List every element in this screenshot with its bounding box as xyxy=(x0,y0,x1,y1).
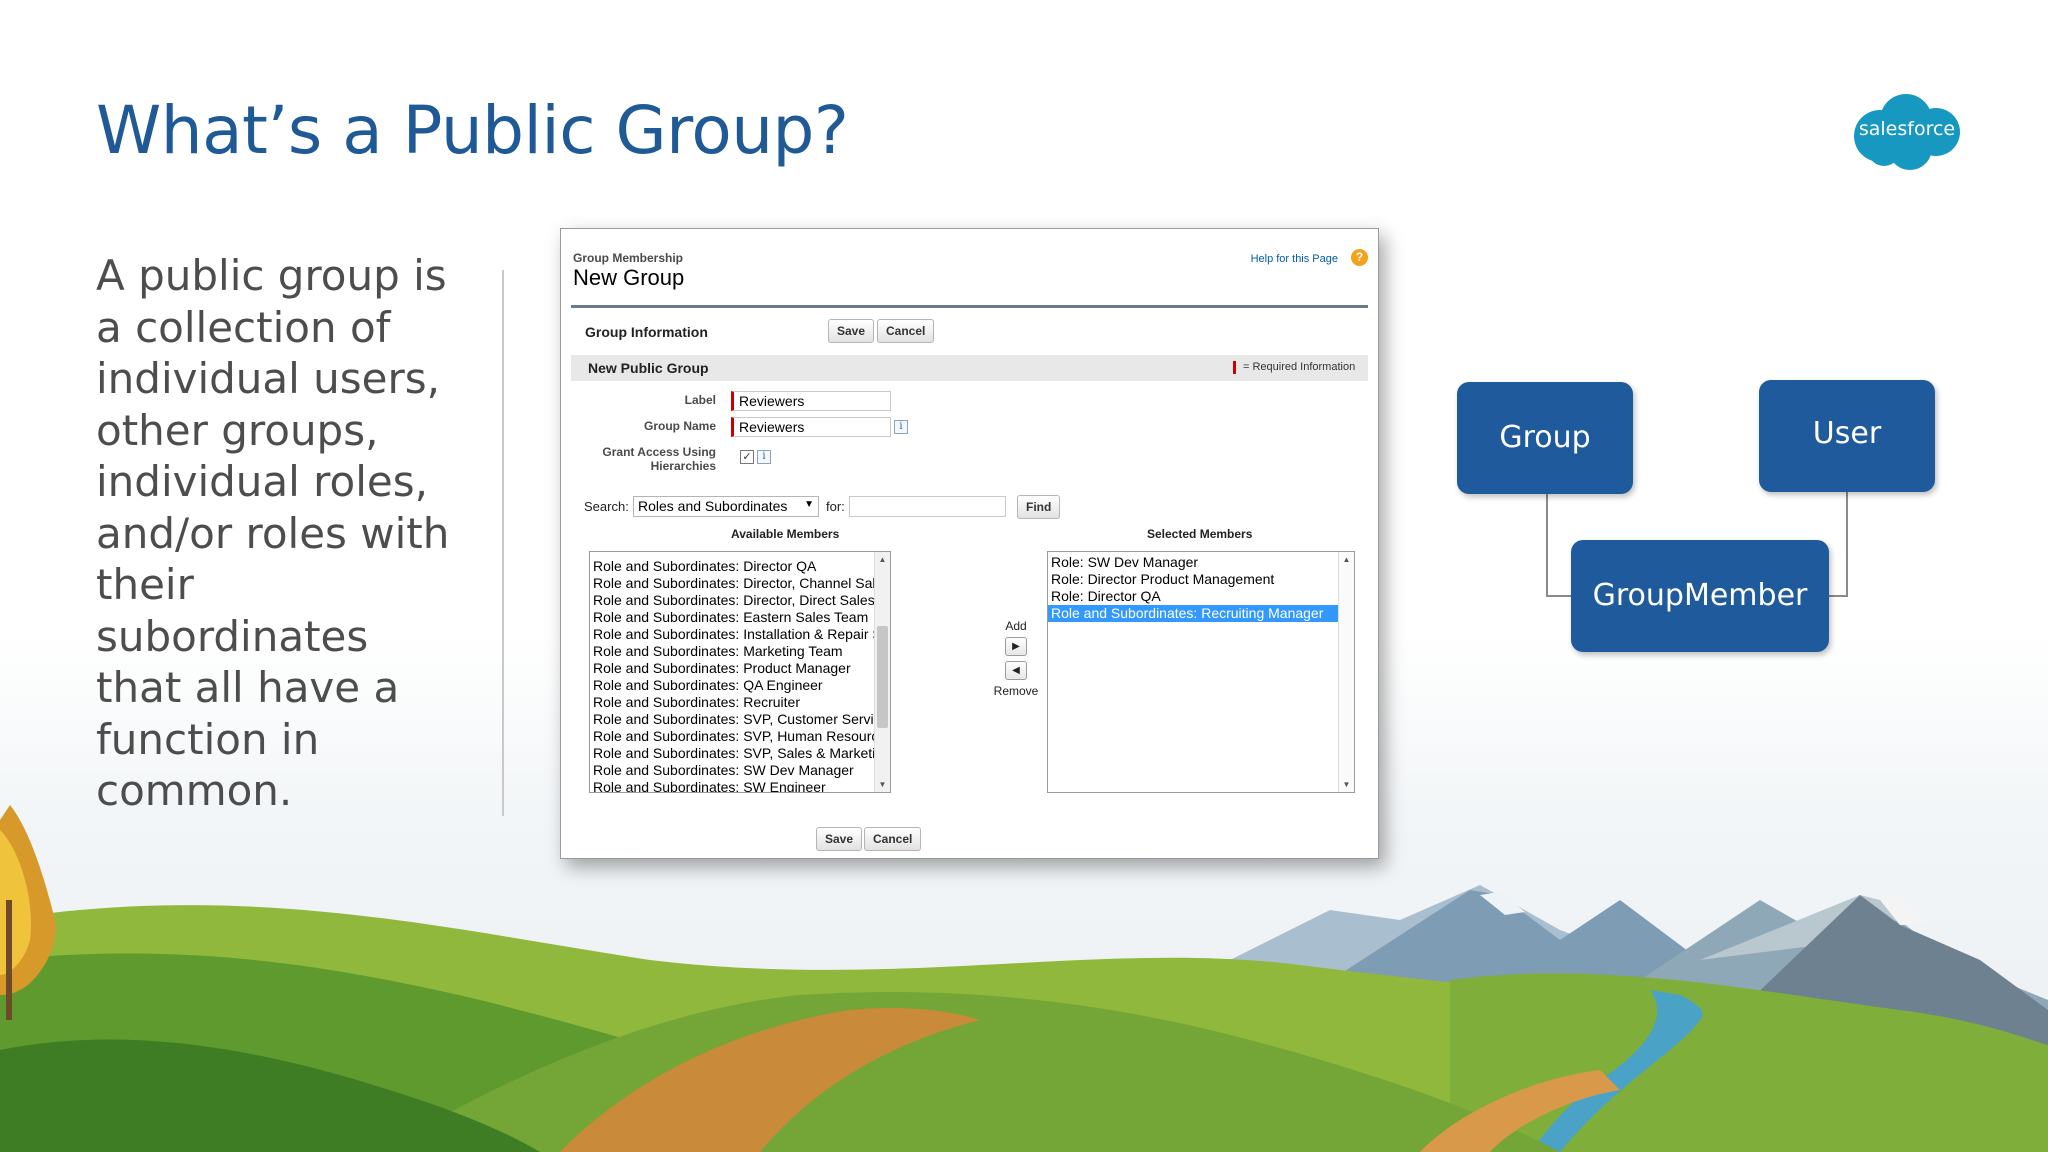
select-value: Roles and Subordinates xyxy=(638,498,788,514)
list-item[interactable]: Role and Subordinates: SVP, Sales & Mark… xyxy=(590,745,890,762)
new-public-group-section: New Public Group = Required Information xyxy=(571,355,1368,381)
list-item[interactable]: Role and Subordinates: SVP, Human Resour… xyxy=(590,728,890,745)
logo-text: salesforce xyxy=(1858,118,1956,140)
selected-members-header: Selected Members xyxy=(1147,527,1253,541)
list-item[interactable]: Role and Subordinates: Director QA xyxy=(590,558,890,575)
list-item[interactable]: Role and Subordinates: SW Engineer xyxy=(590,779,890,792)
find-button[interactable]: Find xyxy=(1017,495,1061,519)
selected-members-list[interactable]: Role: SW Dev Manager Role: Director Produ… xyxy=(1047,551,1355,793)
available-members-list[interactable]: Role and Subordinates: Director QA Role a… xyxy=(589,551,891,793)
list-item[interactable]: Role and Subordinates: Installation & Re… xyxy=(590,626,890,643)
group-name-input[interactable]: Reviewers xyxy=(731,417,891,437)
info-icon[interactable]: i xyxy=(894,420,908,434)
question-icon[interactable]: ? xyxy=(1351,249,1368,266)
remove-label: Remove xyxy=(993,684,1039,698)
scroll-up-icon[interactable]: ▲ xyxy=(875,552,890,567)
required-info-text: = Required Information xyxy=(1243,361,1356,373)
cancel-button-bottom[interactable]: Cancel xyxy=(864,827,922,851)
list-item[interactable]: Role and Subordinates: Recruiting Manage… xyxy=(1048,605,1354,622)
list-item[interactable]: Role and Subordinates: Eastern Sales Tea… xyxy=(590,609,890,626)
label-input[interactable]: Reviewers xyxy=(731,391,891,411)
list-item[interactable]: Role and Subordinates: Director, Channel… xyxy=(590,575,890,592)
save-button-bottom[interactable]: Save xyxy=(816,827,863,851)
list-item[interactable]: Role and Subordinates: SVP, Customer Ser… xyxy=(590,711,890,728)
scroll-down-icon[interactable]: ▼ xyxy=(1339,777,1354,792)
list-item[interactable]: Role and Subordinates: Recruiter xyxy=(590,694,890,711)
page-heading: New Group xyxy=(573,265,685,290)
list-item[interactable]: Role and Subordinates: Product Manager xyxy=(590,660,890,677)
member-type-select[interactable]: Roles and Subordinates ▼ xyxy=(633,496,819,517)
list-item[interactable]: Role and Subordinates: SW Dev Manager xyxy=(590,762,890,779)
scrollbar[interactable]: ▲ ▼ xyxy=(874,552,890,792)
scroll-down-icon[interactable]: ▼ xyxy=(875,777,890,792)
scroll-up-icon[interactable]: ▲ xyxy=(1339,552,1354,567)
scroll-thumb[interactable] xyxy=(877,626,888,728)
label-field-label: Label xyxy=(684,393,716,407)
data-model-diagram: Group User GroupMember xyxy=(1437,368,1947,668)
chevron-down-icon: ▼ xyxy=(804,499,814,510)
search-input[interactable] xyxy=(849,496,1006,517)
group-name-field-label: Group Name xyxy=(643,419,716,433)
slide-title: What’s a Public Group? xyxy=(96,92,849,169)
group-entity: Group xyxy=(1457,382,1633,494)
list-item[interactable]: Role and Subordinates: Marketing Team xyxy=(590,643,890,660)
scrollbar[interactable]: ▲ ▼ xyxy=(1338,552,1354,792)
grant-access-label-line2: Hierarchies xyxy=(650,459,716,473)
groupmember-entity: GroupMember xyxy=(1571,540,1829,652)
cancel-button-top[interactable]: Cancel xyxy=(877,319,935,343)
grant-access-checkbox[interactable]: ✓ xyxy=(740,450,754,464)
remove-arrow-icon[interactable]: ◀ xyxy=(1005,661,1027,680)
list-item[interactable]: Role and Subordinates: Director, Direct … xyxy=(590,592,890,609)
add-arrow-icon[interactable]: ▶ xyxy=(1005,637,1027,656)
search-label: Search: xyxy=(584,499,629,514)
list-item[interactable]: Role: SW Dev Manager xyxy=(1048,554,1354,571)
list-item[interactable]: Role and Subordinates: QA Engineer xyxy=(590,677,890,694)
add-label: Add xyxy=(1005,619,1027,633)
available-members-header: Available Members xyxy=(731,527,840,541)
list-item[interactable]: Role: Director QA xyxy=(1048,588,1354,605)
header-rule xyxy=(571,305,1368,308)
info-icon[interactable]: i xyxy=(757,450,771,464)
new-group-window: Group Membership New Group Help for this… xyxy=(560,228,1379,859)
for-label: for: xyxy=(826,499,845,514)
section-title: New Public Group xyxy=(588,360,709,376)
required-marker xyxy=(1233,361,1236,374)
slide: What’s a Public Group? salesforce A publ… xyxy=(0,0,2048,1152)
user-entity: User xyxy=(1759,380,1935,492)
breadcrumb: Group Membership xyxy=(573,251,684,265)
salesforce-logo: salesforce xyxy=(1850,92,1964,172)
group-information-heading: Group Information xyxy=(585,324,708,340)
help-link[interactable]: Help for this Page xyxy=(1251,253,1338,265)
save-button-top[interactable]: Save xyxy=(828,319,875,343)
vertical-divider xyxy=(502,270,504,816)
list-item[interactable]: Role: Director Product Management xyxy=(1048,571,1354,588)
grant-access-label: Grant Access Using Hierarchies xyxy=(602,445,716,473)
slide-body-text: A public group is a collection of indivi… xyxy=(96,251,450,815)
grant-access-label-line1: Grant Access Using xyxy=(602,445,716,459)
